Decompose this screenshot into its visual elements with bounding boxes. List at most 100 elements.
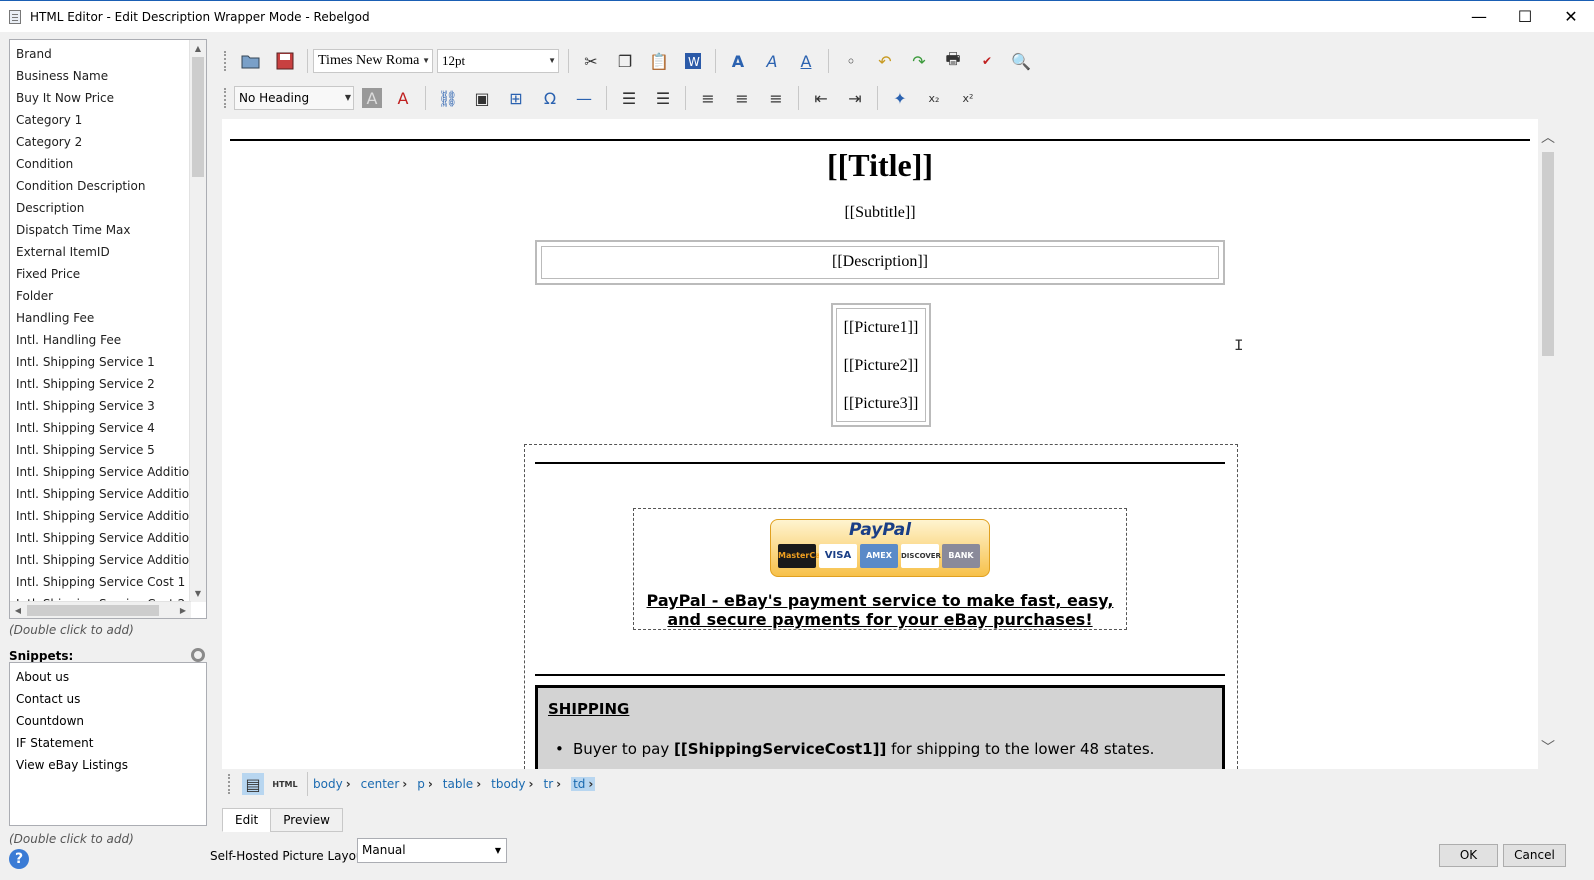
field-item[interactable]: Description <box>10 197 192 219</box>
tab-edit[interactable]: Edit <box>222 808 272 832</box>
snippet-item[interactable]: About us <box>10 666 206 688</box>
unordered-list-icon[interactable]: ☰ <box>650 85 676 111</box>
field-item[interactable]: Folder <box>10 285 192 307</box>
open-icon[interactable] <box>238 48 264 74</box>
snippet-item[interactable]: IF Statement <box>10 732 206 754</box>
breadcrumb-tbody[interactable]: tbody › <box>491 777 533 791</box>
image-icon[interactable]: ▣ <box>469 85 495 111</box>
field-item[interactable]: Intl. Shipping Service Additional C <box>10 461 192 483</box>
statusbar-grip[interactable] <box>228 774 232 794</box>
field-item[interactable]: Intl. Shipping Service Additional C <box>10 549 192 571</box>
field-item[interactable]: Fixed Price <box>10 263 192 285</box>
field-list[interactable]: Brand Business Name Buy It Now Price Catego… <box>9 39 207 619</box>
snippet-item[interactable]: Countdown <box>10 710 206 732</box>
breadcrumb-table[interactable]: table › <box>443 777 481 791</box>
scroll-left-icon[interactable]: ◀ <box>10 602 26 618</box>
field-item[interactable]: Handling Fee <box>10 307 192 329</box>
superscript-icon[interactable]: x² <box>955 85 981 111</box>
font-family-select[interactable]: Times New Roma ▼ <box>313 49 433 73</box>
paste-word-icon[interactable]: W <box>680 48 706 74</box>
field-item[interactable]: Intl. Shipping Service Additional C <box>10 483 192 505</box>
field-item[interactable]: Dispatch Time Max <box>10 219 192 241</box>
chevron-down-icon[interactable]: ﹀ <box>1538 737 1558 757</box>
close-button[interactable]: ✕ <box>1548 1 1594 32</box>
copy-icon[interactable]: ❐ <box>612 48 638 74</box>
outdent-icon[interactable]: ⇤ <box>808 85 834 111</box>
minimize-button[interactable]: — <box>1456 1 1502 32</box>
document-area[interactable]: [[Title]] [[Subtitle]] [[Description]] [… <box>222 119 1558 769</box>
cut-icon[interactable]: ✂ <box>578 48 604 74</box>
design-view-icon[interactable]: ▤ <box>242 773 264 795</box>
field-item[interactable]: External ItemID <box>10 241 192 263</box>
scroll-right-icon[interactable]: ▶ <box>175 602 191 618</box>
field-item[interactable]: Intl. Shipping Service 4 <box>10 417 192 439</box>
ordered-list-icon[interactable]: ☰ <box>616 85 642 111</box>
font-color-icon[interactable]: A <box>390 85 416 111</box>
undo-icon[interactable]: ↶ <box>872 48 898 74</box>
html-view-icon[interactable]: HTML <box>272 771 298 797</box>
document-scroll-thumb[interactable] <box>1542 152 1554 356</box>
breadcrumb-center[interactable]: center › <box>361 777 408 791</box>
link-icon[interactable]: ⛓ <box>435 85 461 111</box>
breadcrumb-tr[interactable]: tr › <box>543 777 561 791</box>
field-item[interactable]: Intl. Handling Fee <box>10 329 192 351</box>
italic-style-icon[interactable]: A <box>759 48 785 74</box>
indent-icon[interactable]: ⇥ <box>842 85 868 111</box>
field-item[interactable]: Buy It Now Price <box>10 87 192 109</box>
toolbar-grip[interactable] <box>224 51 228 71</box>
breadcrumb-td[interactable]: td › <box>571 777 596 791</box>
bold-style-icon[interactable]: A <box>725 48 751 74</box>
field-list-hscroll[interactable]: ◀ ▶ <box>10 601 191 618</box>
field-item[interactable]: Intl. Shipping Service Cost 1 <box>10 571 192 593</box>
field-item[interactable]: Category 2 <box>10 131 192 153</box>
field-item[interactable]: Category 1 <box>10 109 192 131</box>
help-icon[interactable]: ? <box>9 849 29 869</box>
field-item[interactable]: Business Name <box>10 65 192 87</box>
font-size-select[interactable]: 12pt ▼ <box>437 49 559 73</box>
picture-layout-select[interactable]: Manual ▼ <box>357 838 507 863</box>
scroll-down-icon[interactable]: ▼ <box>190 585 206 602</box>
highlight-icon[interactable]: A <box>362 88 382 108</box>
field-item[interactable]: Condition Description <box>10 175 192 197</box>
field-item[interactable]: Intl. Shipping Service 2 <box>10 373 192 395</box>
align-right-icon[interactable]: ≡ <box>763 85 789 111</box>
subscript-icon[interactable]: x₂ <box>921 85 947 111</box>
snippets-list[interactable]: About us Contact us Countdown IF Statement V… <box>9 662 207 826</box>
toolbar-grip-2[interactable] <box>224 88 228 108</box>
field-item[interactable]: Intl. Shipping Service 1 <box>10 351 192 373</box>
horizontal-rule-icon[interactable]: — <box>571 85 597 111</box>
spellcheck-icon[interactable]: ✔ <box>974 48 1000 74</box>
field-item[interactable]: Intl. Shipping Service 3 <box>10 395 192 417</box>
format-icon[interactable]: ✦ <box>887 85 913 111</box>
field-item[interactable]: Brand <box>10 43 192 65</box>
paste-icon[interactable]: 📋 <box>646 48 672 74</box>
bullet-icon[interactable]: ◦ <box>838 48 864 74</box>
field-item[interactable]: Intl. Shipping Service 5 <box>10 439 192 461</box>
gear-icon[interactable] <box>191 648 205 662</box>
document-vscroll[interactable]: ︿ ﹀ <box>1538 119 1558 769</box>
heading-select[interactable]: No Heading ▼ <box>234 86 354 110</box>
field-item[interactable]: Intl. Shipping Service Additional C <box>10 527 192 549</box>
breadcrumb-body[interactable]: body › <box>313 777 351 791</box>
print-icon[interactable]: 🖶 <box>940 48 966 74</box>
snippet-item[interactable]: View eBay Listings <box>10 754 206 776</box>
field-item[interactable]: Intl. Shipping Service Additional C <box>10 505 192 527</box>
breadcrumb-p[interactable]: p › <box>417 777 433 791</box>
align-center-icon[interactable]: ≡ <box>729 85 755 111</box>
save-icon[interactable] <box>272 48 298 74</box>
ok-button[interactable]: OK <box>1439 844 1498 867</box>
field-item[interactable]: Condition <box>10 153 192 175</box>
underline-style-icon[interactable]: A <box>793 48 819 74</box>
hscroll-thumb[interactable] <box>27 605 159 616</box>
snippet-item[interactable]: Contact us <box>10 688 206 710</box>
special-char-icon[interactable]: Ω <box>537 85 563 111</box>
tab-preview[interactable]: Preview <box>270 808 343 832</box>
search-icon[interactable]: 🔍 <box>1008 48 1034 74</box>
scroll-up-icon[interactable]: ▲ <box>190 40 206 57</box>
cancel-button[interactable]: Cancel <box>1503 844 1566 867</box>
redo-icon[interactable]: ↷ <box>906 48 932 74</box>
maximize-button[interactable]: ☐ <box>1502 1 1548 32</box>
scroll-thumb[interactable] <box>192 57 204 177</box>
field-list-vscroll[interactable]: ▲ ▼ <box>189 40 206 602</box>
table-icon[interactable]: ⊞ <box>503 85 529 111</box>
